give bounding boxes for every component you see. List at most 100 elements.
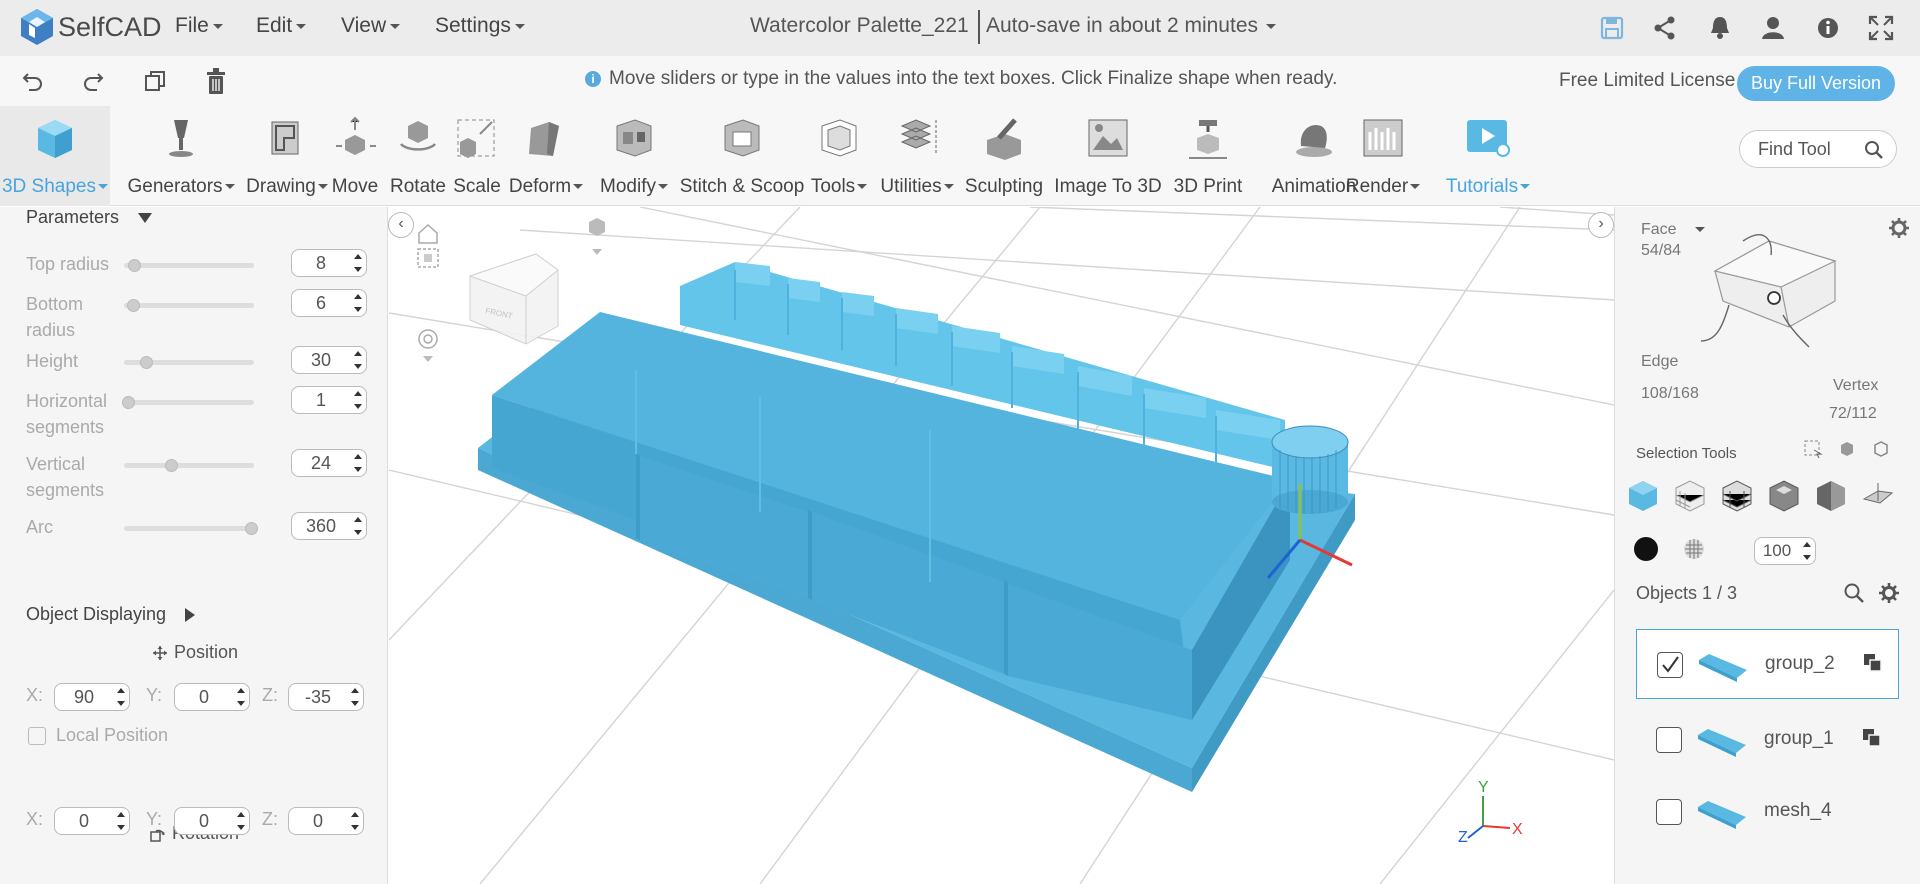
tool-tools[interactable]: Tools (808, 106, 870, 206)
menu-view[interactable]: View (341, 14, 401, 38)
spinner-icon[interactable] (354, 391, 362, 409)
view-cube[interactable]: FRONT (468, 253, 559, 345)
tool-scale[interactable]: Scale (451, 106, 503, 206)
slider-handle[interactable] (245, 522, 258, 535)
marquee-select-icon[interactable] (1803, 439, 1823, 459)
spinner-icon[interactable] (354, 294, 362, 312)
param-value-input[interactable]: 24 (291, 449, 367, 477)
param-value-input[interactable]: 6 (291, 289, 367, 317)
target-icon[interactable] (418, 329, 438, 349)
scene-canvas[interactable]: FRONT Y X Z (389, 207, 1614, 884)
tool-move[interactable]: Move (327, 106, 383, 206)
gear-icon[interactable] (1888, 217, 1910, 239)
select-box-icon[interactable] (1871, 439, 1891, 459)
find-tool-input[interactable]: Find Tool (1739, 130, 1897, 168)
spinner-icon[interactable] (117, 812, 125, 830)
spinner-icon[interactable] (351, 688, 359, 706)
texture-icon[interactable] (1682, 537, 1706, 561)
spinner-icon[interactable] (354, 454, 362, 472)
select-cube-icon[interactable] (1837, 439, 1857, 459)
info-icon[interactable] (1814, 14, 1842, 42)
chevron-down-icon[interactable] (592, 249, 602, 255)
tool-stitch-scoop[interactable]: Stitch & Scoop (677, 106, 807, 206)
home-icon[interactable] (418, 223, 438, 244)
selfcad-logo[interactable]: SelfCAD (20, 7, 162, 47)
slider-handle[interactable] (122, 396, 135, 409)
select-vertex-icon[interactable] (1766, 479, 1802, 513)
share-icon[interactable] (1651, 14, 1679, 42)
spinner-icon[interactable] (351, 812, 359, 830)
duplicate-icon[interactable] (1861, 727, 1883, 749)
spinner-icon[interactable] (354, 517, 362, 535)
rotation-y-input[interactable]: 0 (174, 807, 250, 835)
select-object-icon[interactable] (1625, 479, 1661, 513)
spinner-icon[interactable] (1803, 542, 1811, 560)
spinner-icon[interactable] (237, 688, 245, 706)
select-solid-icon[interactable] (1813, 479, 1849, 513)
param-value-input[interactable]: 360 (291, 512, 367, 540)
trash-icon[interactable] (203, 66, 229, 96)
slider-handle[interactable] (140, 356, 154, 369)
param-slider[interactable] (124, 356, 254, 369)
param-slider[interactable] (124, 299, 254, 312)
duplicate-icon[interactable] (1862, 652, 1884, 674)
color-swatch[interactable] (1634, 537, 1658, 561)
tool-deform[interactable]: Deform (508, 106, 584, 206)
tool-sculpting[interactable]: Sculpting (962, 106, 1046, 206)
select-face-icon[interactable] (1672, 479, 1708, 513)
redo-icon[interactable] (80, 68, 106, 94)
collapse-left-panel-button[interactable]: ‹ (388, 212, 414, 238)
select-edge-icon[interactable] (1719, 479, 1755, 513)
chevron-down-icon[interactable] (423, 356, 433, 362)
menu-file[interactable]: File (175, 14, 223, 38)
rotation-x-input[interactable]: 0 (54, 807, 130, 835)
autosave-status[interactable]: Auto-save in about 2 minutes (986, 14, 1276, 38)
position-x-input[interactable]: 90 (54, 683, 130, 711)
param-value-input[interactable]: 1 (291, 386, 367, 414)
search-icon[interactable] (1843, 582, 1865, 604)
tool-tutorials[interactable]: Tutorials (1446, 106, 1531, 206)
object-list-item[interactable]: group_2 (1636, 629, 1899, 699)
spinner-icon[interactable] (354, 254, 362, 272)
spinner-icon[interactable] (237, 812, 245, 830)
spinner-icon[interactable] (117, 688, 125, 706)
tool-generators[interactable]: Generators (116, 106, 246, 206)
select-plane-icon[interactable] (1860, 479, 1896, 513)
position-z-input[interactable]: -35 (288, 683, 364, 711)
object-list-item[interactable]: mesh_4 (1636, 777, 1899, 847)
parameters-title[interactable]: Parameters (26, 207, 153, 228)
opacity-input[interactable]: 100 (1754, 537, 1816, 565)
object-checkbox[interactable] (1656, 799, 1682, 825)
save-icon[interactable] (1598, 14, 1626, 42)
param-slider[interactable] (124, 459, 254, 472)
tool-3d-print[interactable]: 3D Print (1170, 106, 1246, 206)
object-list-item[interactable]: group_1 (1636, 705, 1899, 775)
object-checkbox[interactable] (1656, 727, 1682, 753)
param-slider[interactable] (124, 522, 258, 535)
param-value-input[interactable]: 8 (291, 249, 367, 277)
object-displaying-title[interactable]: Object Displaying (26, 604, 196, 625)
slider-handle[interactable] (126, 299, 140, 312)
search-icon[interactable] (1864, 140, 1884, 160)
object-checkbox[interactable] (1657, 652, 1683, 678)
spinner-icon[interactable] (354, 351, 362, 369)
tool-3d-shapes[interactable]: 3D Shapes (0, 106, 110, 206)
menu-edit[interactable]: Edit (256, 14, 307, 38)
param-value-input[interactable]: 30 (291, 346, 367, 374)
collapse-right-panel-button[interactable]: › (1588, 212, 1614, 238)
tool-rotate[interactable]: Rotate (389, 106, 447, 206)
tool-modify[interactable]: Modify (596, 106, 672, 206)
tool-image-to-3d[interactable]: Image To 3D (1052, 106, 1164, 206)
rotation-z-input[interactable]: 0 (288, 807, 364, 835)
perspective-cube-icon[interactable] (589, 218, 605, 236)
local-position-checkbox[interactable] (28, 727, 46, 745)
param-slider[interactable] (124, 259, 254, 272)
copy-icon[interactable] (142, 68, 168, 94)
param-slider[interactable] (122, 396, 254, 409)
fit-view-icon[interactable] (417, 248, 439, 268)
slider-handle[interactable] (128, 259, 142, 272)
gear-icon[interactable] (1878, 582, 1900, 604)
viewport-3d[interactable]: FRONT Y X Z ‹ › (388, 207, 1614, 884)
tool-utilities[interactable]: Utilities (874, 106, 960, 206)
user-icon[interactable] (1759, 14, 1787, 42)
